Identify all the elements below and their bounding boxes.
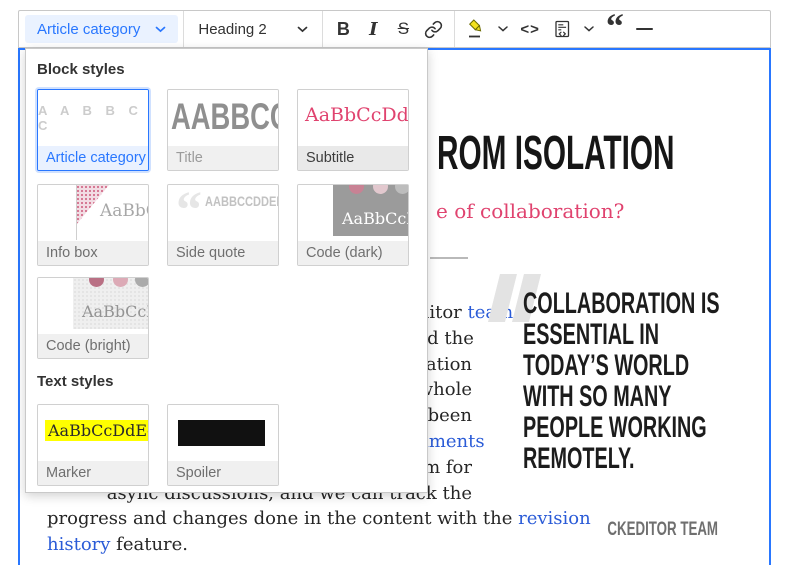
- toolbar-separator: [183, 11, 184, 47]
- style-tile-label: Code (bright): [38, 334, 148, 358]
- pull-quote-line: REMOTELY.: [523, 443, 720, 474]
- toolbar-separator: [454, 11, 455, 47]
- block-quote-button[interactable]: “: [600, 15, 630, 43]
- horizontal-line-icon: [636, 28, 653, 30]
- styles-panel: Block styles A A B B C C Article categor…: [25, 48, 428, 493]
- spoiler-bar: [178, 420, 265, 446]
- style-preview: AaBbCcD: [38, 278, 148, 334]
- strikethrough-button[interactable]: S: [388, 15, 418, 43]
- horizontal-line-button[interactable]: [630, 15, 660, 43]
- chevron-down-icon: [155, 26, 166, 33]
- bold-icon: B: [337, 19, 350, 40]
- document-title: ROM ISOLATION: [437, 126, 675, 181]
- style-preview: AaBbCcDdE: [298, 90, 408, 146]
- style-tile-label: Info box: [38, 241, 148, 265]
- pull-quote-line: COLLABORATION IS: [523, 288, 720, 319]
- block-styles-header: Block styles: [37, 61, 125, 78]
- style-tile-label: Title: [168, 146, 278, 170]
- highlight-button[interactable]: [460, 15, 492, 43]
- style-preview: AaBbCcDdEeFf: [38, 405, 148, 461]
- style-preview: “ AABBCCDDEEFF: [168, 185, 278, 241]
- style-preview: AaBbCcD: [298, 185, 408, 241]
- style-preview: [168, 405, 278, 461]
- bold-button[interactable]: B: [328, 15, 358, 43]
- quote-attribution: CKEDITOR TEAM: [521, 519, 718, 541]
- style-tile-code-bright[interactable]: AaBbCcD Code (bright): [37, 277, 149, 359]
- highlight-dropdown-arrow[interactable]: [492, 15, 514, 43]
- html-embed-dropdown-arrow[interactable]: [578, 15, 600, 43]
- style-tile-label: Marker: [38, 461, 148, 485]
- pull-quote-line: TODAY’S WORLD: [523, 350, 720, 381]
- style-tile-label: Subtitle: [298, 146, 408, 170]
- document-subtitle: e of collaboration?: [436, 199, 624, 223]
- paragraph-text: feature.: [110, 534, 188, 555]
- style-tile-marker[interactable]: AaBbCcDdEeFf Marker: [37, 404, 149, 486]
- text-styles-header: Text styles: [37, 373, 113, 390]
- marker-pen-icon: [466, 19, 486, 39]
- heading-dropdown-label: Heading 2: [198, 21, 266, 38]
- style-preview: AaBbCc: [38, 185, 148, 241]
- style-tile-label: Spoiler: [168, 461, 278, 485]
- code-icon: <>: [520, 21, 540, 38]
- link-button[interactable]: [418, 15, 449, 43]
- style-tile-code-dark[interactable]: AaBbCcD Code (dark): [297, 184, 409, 266]
- horizontal-divider: [430, 257, 468, 259]
- style-tile-label: Side quote: [168, 241, 278, 265]
- html-embed-button[interactable]: [546, 15, 578, 43]
- style-dropdown-button[interactable]: Article category: [25, 15, 178, 43]
- chevron-down-icon: [498, 26, 508, 32]
- style-tile-side-quote[interactable]: “ AABBCCDDEEFF Side quote: [167, 184, 279, 266]
- style-tile-article-category[interactable]: A A B B C C Article category: [37, 89, 149, 171]
- link-icon: [424, 20, 443, 39]
- html-embed-icon: [552, 19, 572, 39]
- paragraph-line: history feature.: [47, 532, 472, 558]
- pull-quote-line: PEOPLE WORKING: [523, 412, 720, 443]
- style-tile-label: Article category: [38, 146, 148, 170]
- quote-glyph: “: [176, 185, 202, 237]
- heading-dropdown-button[interactable]: Heading 2: [189, 15, 317, 43]
- editor-toolbar: Article category Heading 2 B I S: [18, 10, 771, 48]
- style-tile-info-box[interactable]: AaBbCc Info box: [37, 184, 149, 266]
- chevron-down-icon: [297, 26, 308, 33]
- paragraph-text: progress and changes done in the content…: [47, 508, 518, 529]
- paragraph-line: progress and changes done in the content…: [47, 506, 472, 532]
- pull-quote-line: WITH SO MANY: [523, 381, 720, 412]
- pull-quote-line: ESSENTIAL IN: [523, 319, 720, 350]
- chevron-down-icon: [584, 26, 594, 32]
- toolbar-separator: [322, 11, 323, 47]
- pull-quote: COLLABORATION ISESSENTIAL INTODAY’S WORL…: [523, 288, 720, 474]
- italic-button[interactable]: I: [358, 15, 388, 43]
- inline-code-button[interactable]: <>: [514, 15, 546, 43]
- style-tile-title[interactable]: AABBCC Title: [167, 89, 279, 171]
- style-tile-subtitle[interactable]: AaBbCcDdE Subtitle: [297, 89, 409, 171]
- quote-icon: “: [606, 21, 624, 37]
- italic-icon: I: [369, 19, 377, 40]
- strikethrough-icon: S: [398, 19, 409, 39]
- style-tile-label: Code (dark): [298, 241, 408, 265]
- style-tile-spoiler[interactable]: Spoiler: [167, 404, 279, 486]
- style-dropdown-label: Article category: [37, 21, 140, 38]
- style-preview: A A B B C C: [38, 90, 148, 146]
- ckeditor-app: Article category Heading 2 B I S: [0, 0, 786, 565]
- style-preview: AABBCC: [168, 90, 278, 146]
- text-link[interactable]: history: [47, 534, 110, 555]
